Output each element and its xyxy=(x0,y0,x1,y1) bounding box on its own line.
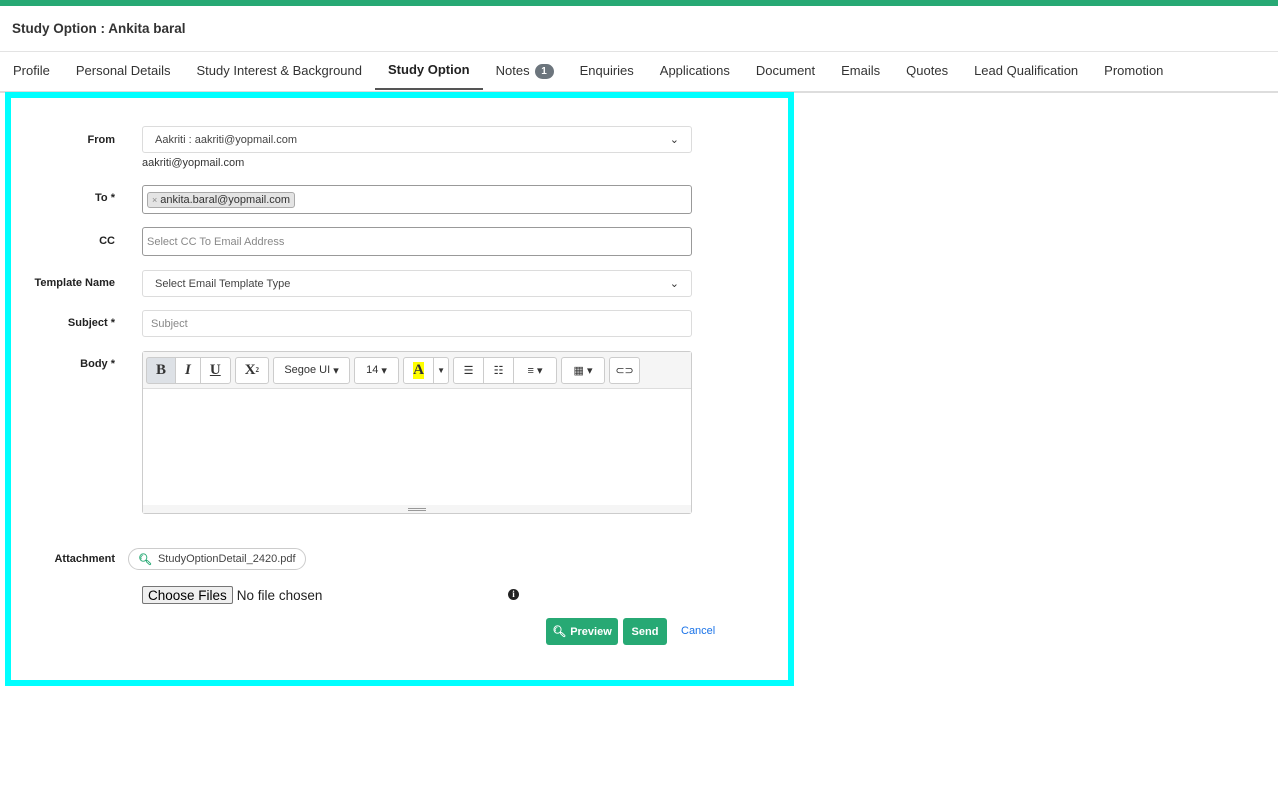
tab-label: Personal Details xyxy=(75,63,171,78)
tab-label: Promotion xyxy=(1104,63,1164,78)
tab-label: Lead Qualification xyxy=(974,63,1079,78)
notes-count-badge: 1 xyxy=(534,63,554,79)
cc-input[interactable]: Select CC To Email Address xyxy=(142,227,692,256)
chevron-down-icon: ⌄ xyxy=(669,134,679,146)
cancel-link[interactable]: Cancel xyxy=(681,625,715,637)
tab-lead-qualification[interactable]: Lead Qualification xyxy=(961,52,1091,90)
editor-content-area[interactable] xyxy=(143,389,691,505)
color-a-icon: A xyxy=(413,361,424,379)
subject-label: Subject * xyxy=(67,317,115,329)
bold-button[interactable]: B xyxy=(146,356,177,384)
font-label: Segoe UI xyxy=(284,364,331,376)
choose-files-button[interactable]: Choose Files xyxy=(142,586,233,604)
from-label: From xyxy=(87,134,116,146)
tab-label: Applications xyxy=(659,63,730,78)
top-accent-bar xyxy=(0,0,1278,6)
align-icon[interactable]: ≡ ▾ xyxy=(513,356,558,384)
remove-chip-icon[interactable]: × xyxy=(152,195,157,205)
to-label: To * xyxy=(95,192,115,204)
tab-label: Document xyxy=(755,63,816,78)
editor-resize-handle[interactable] xyxy=(143,505,691,513)
numbered-list-icon[interactable]: ☷ xyxy=(483,356,515,384)
template-value: Select Email Template Type xyxy=(155,277,291,290)
from-select[interactable]: Aakriti : aakriti@yopmail.com ⌄ xyxy=(142,126,692,153)
preview-button[interactable]: 🔍︎ Preview xyxy=(546,618,618,645)
tab-quotes[interactable]: Quotes xyxy=(893,52,961,90)
subject-placeholder: Subject xyxy=(151,317,188,330)
tab-label: Profile xyxy=(13,63,50,78)
bullet-list-icon[interactable]: ☰ xyxy=(453,356,485,384)
send-button[interactable]: Send xyxy=(623,618,667,645)
info-icon[interactable]: i xyxy=(508,589,519,600)
tab-label: Enquiries xyxy=(579,63,634,78)
table-icon[interactable]: ▦ ▾ xyxy=(561,356,606,384)
size-label: 14 xyxy=(366,364,379,376)
underline-button[interactable]: U xyxy=(199,356,231,384)
tab-label: Quotes xyxy=(906,63,949,78)
to-input[interactable]: × ankita.baral@yopmail.com xyxy=(142,185,692,214)
file-status: No file chosen xyxy=(236,587,323,603)
file-input: Choose Files No file chosen xyxy=(142,586,322,604)
attachment-filename: StudyOptionDetail_2420.pdf xyxy=(157,553,296,565)
tab-personal-details[interactable]: Personal Details xyxy=(63,52,184,90)
color-dropdown-button[interactable]: ▼ xyxy=(433,356,450,384)
tab-promotion[interactable]: Promotion xyxy=(1091,52,1176,90)
font-size-dropdown[interactable]: 14 ▾ xyxy=(354,356,400,384)
tab-label: Emails xyxy=(841,63,881,78)
text-color-button[interactable]: A xyxy=(403,356,435,384)
tab-applications[interactable]: Applications xyxy=(647,52,743,90)
editor-toolbar: B I U X2 Segoe UI ▾ 14 ▾ A ▼ ☰ ☷ ≡ ▾ ▦ ▾… xyxy=(143,352,691,389)
tab-enquiries[interactable]: Enquiries xyxy=(567,52,647,90)
from-helper-text: aakriti@yopmail.com xyxy=(142,157,245,169)
tab-label: Study Interest & Background xyxy=(196,63,362,78)
recipient-chip: × ankita.baral@yopmail.com xyxy=(147,191,296,208)
superscript-label: X xyxy=(244,361,256,378)
cc-label: CC xyxy=(99,235,115,247)
tab-study-interest[interactable]: Study Interest & Background xyxy=(184,52,375,90)
search-icon: 🔍︎ xyxy=(552,626,567,638)
font-family-dropdown[interactable]: Segoe UI ▾ xyxy=(273,356,351,384)
preview-label: Preview xyxy=(570,625,612,638)
tab-label: Study Option xyxy=(388,62,470,77)
body-label: Body * xyxy=(80,358,115,370)
from-value: Aakriti : aakriti@yopmail.com xyxy=(155,133,297,146)
page-title: Study Option : Ankita baral xyxy=(12,21,186,36)
tab-profile[interactable]: Profile xyxy=(0,52,63,90)
chip-label: ankita.baral@yopmail.com xyxy=(160,193,291,206)
attachment-label: Attachment xyxy=(54,553,115,565)
search-icon: 🔍︎ xyxy=(138,553,152,566)
tab-emails[interactable]: Emails xyxy=(828,52,893,90)
link-icon[interactable]: ⊂⊃ xyxy=(609,356,641,384)
subject-input[interactable]: Subject xyxy=(142,310,692,337)
cc-placeholder: Select CC To Email Address xyxy=(147,235,285,248)
tab-document[interactable]: Document xyxy=(743,52,828,90)
tab-notes[interactable]: Notes 1 xyxy=(483,52,567,90)
tab-bar: Profile Personal Details Study Interest … xyxy=(0,52,1176,92)
superscript-button[interactable]: X2 xyxy=(234,356,270,384)
chevron-down-icon: ⌄ xyxy=(669,278,679,290)
template-label: Template Name xyxy=(34,277,116,289)
italic-button[interactable]: I xyxy=(175,356,201,384)
tab-study-option[interactable]: Study Option xyxy=(375,52,483,90)
tab-label: Notes xyxy=(495,63,530,78)
template-select[interactable]: Select Email Template Type ⌄ xyxy=(142,270,692,297)
attachment-pill[interactable]: 🔍︎ StudyOptionDetail_2420.pdf xyxy=(128,548,306,570)
body-editor: B I U X2 Segoe UI ▾ 14 ▾ A ▼ ☰ ☷ ≡ ▾ ▦ ▾… xyxy=(142,351,692,514)
